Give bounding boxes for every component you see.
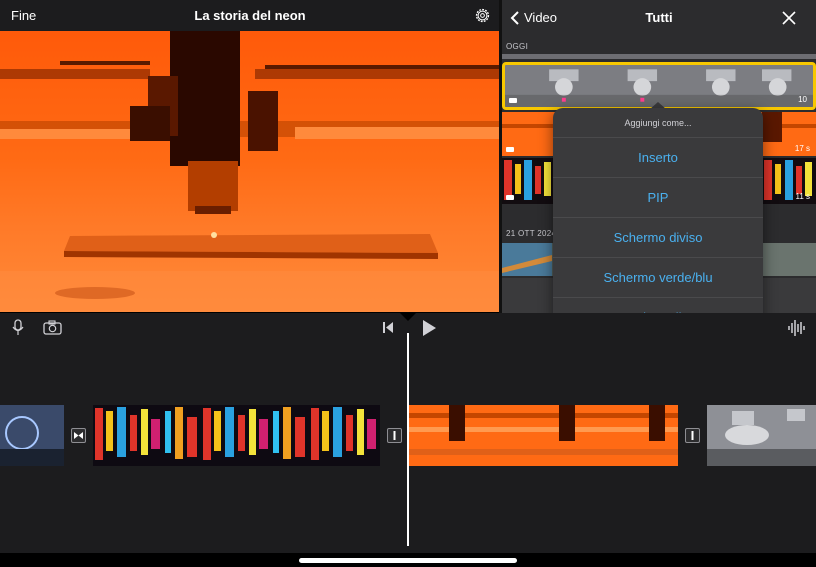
timeline-clip-machine[interactable] [707, 405, 816, 466]
play-icon[interactable] [421, 319, 437, 337]
timeline-clip-neon-street[interactable] [93, 405, 380, 466]
popover-heading: Aggiungi come... [553, 108, 763, 138]
browser-title: Tutti [645, 10, 673, 25]
skip-to-start-icon[interactable] [382, 321, 394, 334]
cut-transition-icon [393, 431, 396, 440]
add-as-green-screen-option[interactable]: Schermo verde/blu [553, 258, 763, 298]
transition-marker[interactable] [387, 428, 402, 443]
video-camera-icon [509, 98, 517, 103]
waveform-icon[interactable] [787, 319, 807, 337]
project-title: La storia del neon [194, 8, 306, 23]
clip-duration: 10 [798, 95, 807, 104]
video-camera-icon [506, 195, 514, 200]
clip-thumbnail [409, 405, 678, 466]
clip-thumbnail [93, 405, 380, 466]
preview-frame [0, 31, 499, 312]
microphone-icon[interactable] [12, 319, 24, 336]
section-label-today: OGGI [506, 42, 529, 51]
video-preview[interactable] [0, 31, 499, 312]
add-as-pip-option[interactable]: PIP [553, 178, 763, 218]
clip-thumbnail [0, 405, 64, 466]
clip-thumbnail [707, 405, 816, 466]
gear-icon[interactable] [474, 7, 491, 24]
camera-icon[interactable] [43, 320, 62, 335]
playhead-notch [400, 313, 416, 321]
transition-marker[interactable] [685, 428, 700, 443]
video-camera-icon [506, 147, 514, 152]
timeline-clip-laser-cutter[interactable] [409, 405, 678, 466]
close-icon[interactable] [782, 11, 796, 25]
playhead[interactable] [407, 333, 409, 546]
clip-duration: 11 s [795, 192, 810, 201]
cross-dissolve-icon [74, 432, 83, 439]
add-as-cutaway-option[interactable]: Inserto [553, 138, 763, 178]
browser-header: Video Tutti [502, 0, 816, 36]
cut-transition-icon [691, 431, 694, 440]
project-top-bar: Fine La storia del neon [0, 0, 500, 31]
timeline-clip-ferris-wheel[interactable] [0, 405, 64, 466]
clip-duration: 17 s [794, 144, 810, 153]
add-as-popover: Aggiungi come... Inserto PIP Schermo div… [553, 108, 763, 337]
transition-marker[interactable] [71, 428, 86, 443]
strip-edge [502, 54, 816, 59]
home-indicator[interactable] [299, 558, 517, 563]
add-as-split-screen-option[interactable]: Schermo diviso [553, 218, 763, 258]
section-label-date: 21 OTT 2024 [506, 229, 557, 238]
